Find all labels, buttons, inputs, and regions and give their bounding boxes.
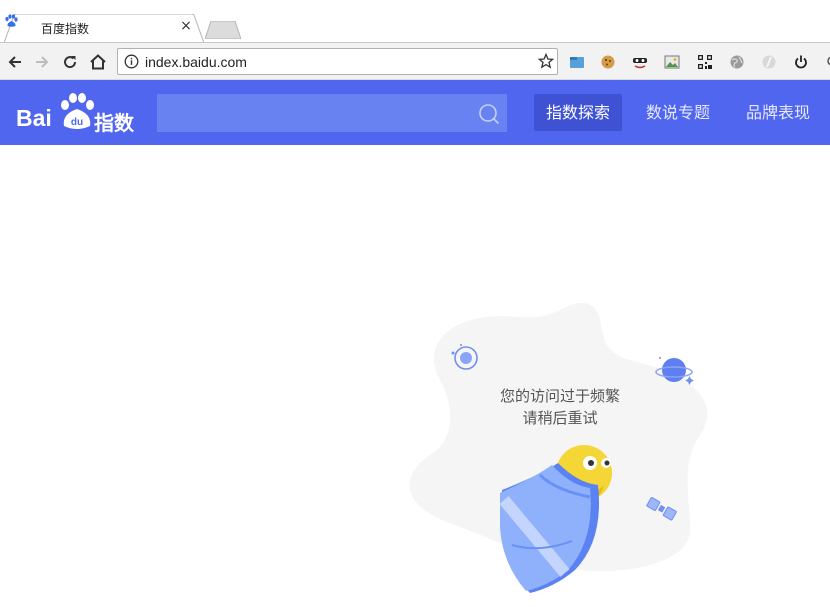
logo-zhishu-text: 指数 bbox=[94, 111, 134, 135]
error-message-line1: 您的访问过于频繁 bbox=[499, 387, 620, 405]
site-header: Bai du 指数 指数探索 数说专题 品牌表现 bbox=[0, 80, 830, 145]
globe-icon[interactable] bbox=[729, 54, 745, 70]
nav-data-topics[interactable]: 数说专题 bbox=[646, 94, 710, 131]
error-page: 您的访问过于频繁 请稍后重试 bbox=[0, 145, 830, 607]
forward-button[interactable] bbox=[32, 52, 52, 72]
home-icon bbox=[90, 54, 106, 70]
nav-brand-performance[interactable]: 品牌表现 bbox=[746, 94, 810, 131]
error-illustration bbox=[409, 302, 708, 593]
qr-code-icon[interactable] bbox=[697, 54, 713, 70]
url-text: index.baidu.com bbox=[145, 54, 247, 70]
ghost-extension-icon[interactable] bbox=[761, 54, 777, 70]
nav-index-explore[interactable]: 指数探索 bbox=[534, 94, 623, 131]
tab-close-icon[interactable]: × bbox=[179, 18, 193, 34]
back-button[interactable] bbox=[5, 52, 25, 72]
baidu-paw-icon bbox=[5, 14, 18, 27]
logo-du-text: du bbox=[71, 117, 83, 128]
tab-title: 百度指数 bbox=[41, 22, 90, 36]
extension-folder-icon[interactable] bbox=[569, 54, 585, 70]
cookie-icon[interactable] bbox=[600, 54, 616, 70]
browser-tabstrip: 百度指数 × bbox=[0, 0, 830, 43]
reload-button[interactable] bbox=[60, 52, 80, 72]
tab-shape bbox=[4, 14, 204, 43]
info-icon[interactable] bbox=[124, 54, 139, 69]
browser-tab[interactable]: 百度指数 × bbox=[4, 14, 204, 43]
reload-icon bbox=[64, 56, 77, 69]
logo-bai-text: Bai bbox=[16, 105, 52, 131]
search-input[interactable] bbox=[157, 94, 507, 132]
bookmark-star-icon bbox=[538, 53, 554, 69]
image-icon[interactable] bbox=[664, 54, 680, 70]
baidu-index-logo[interactable]: Bai du 指数 bbox=[16, 90, 136, 135]
home-button[interactable] bbox=[88, 52, 108, 72]
back-arrow-icon bbox=[8, 56, 21, 68]
power-icon[interactable] bbox=[793, 54, 809, 70]
forward-arrow-icon bbox=[36, 56, 49, 68]
search-icon[interactable] bbox=[478, 103, 500, 125]
new-tab-button[interactable] bbox=[205, 21, 241, 39]
address-bar[interactable]: index.baidu.com bbox=[117, 48, 558, 75]
browser-toolbar: index.baidu.com bbox=[0, 42, 830, 80]
paw-logo-icon: du bbox=[61, 93, 94, 129]
search-extension-icon[interactable] bbox=[822, 54, 830, 70]
error-message-line2: 请稍后重试 bbox=[522, 409, 598, 427]
spy-mask-icon[interactable] bbox=[632, 54, 648, 70]
